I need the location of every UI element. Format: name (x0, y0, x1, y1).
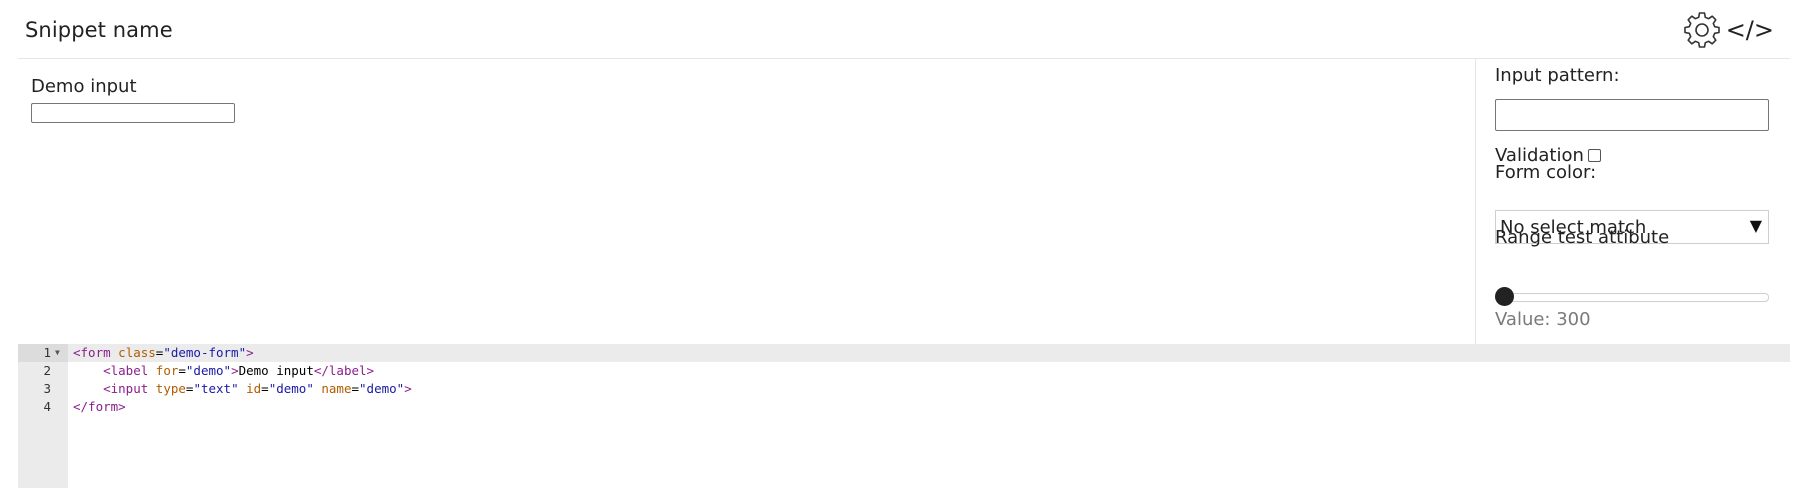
gear-icon[interactable] (1683, 12, 1720, 48)
settings-panel: Input pattern: Validation Form color: No… (1475, 59, 1791, 344)
line-number: 4 (43, 399, 51, 414)
code-token: "demo" (359, 381, 405, 396)
code-token: > (231, 363, 239, 378)
code-token: <input (103, 381, 149, 396)
range-thumb[interactable] (1495, 287, 1514, 306)
code-token: = (351, 381, 360, 396)
snippet-header: Snippet name </> (18, 0, 1790, 59)
code-token: <label (103, 363, 149, 378)
code-token: "demo-form" (163, 345, 247, 360)
code-text: <form class="demo-form"> (73, 344, 254, 362)
code-token: Demo input (238, 363, 314, 378)
code-token: = (261, 381, 269, 396)
code-token: id (238, 381, 262, 396)
code-text: <input type="text" id="demo" name="demo"… (73, 380, 412, 398)
header-actions: </> (1683, 12, 1774, 48)
input-pattern-label: Input pattern: (1495, 65, 1620, 86)
code-token: name (313, 381, 352, 396)
dropdown-arrow-icon: ▼ (1749, 216, 1762, 235)
code-text: </form> (73, 398, 126, 416)
code-token: > (404, 381, 412, 396)
code-token: "text" (193, 381, 239, 396)
code-view-icon[interactable]: </> (1726, 12, 1774, 48)
demo-input-label: Demo input (31, 76, 137, 97)
code-token: </form> (73, 399, 126, 414)
code-token: type (148, 381, 186, 396)
form-color-label: Form color: (1495, 162, 1597, 183)
range-label: Range test attibute (1495, 227, 1670, 248)
code-text: <label for="demo">Demo input</label> (73, 362, 374, 380)
range-value: Value: 300 (1495, 309, 1591, 330)
code-editor[interactable]: 1 ▼ <form class="demo-form"> 2 <label fo… (18, 344, 1790, 488)
input-pattern-field[interactable] (1495, 99, 1769, 131)
range-slider[interactable] (1495, 287, 1769, 307)
code-token: class (110, 345, 156, 360)
code-line: 2 <label for="demo">Demo input</label> (18, 362, 1790, 380)
fold-arrow-icon[interactable]: ▼ (55, 344, 60, 362)
code-token: "demo" (185, 363, 232, 378)
line-number: 1 (43, 345, 51, 360)
validation-checkbox[interactable] (1587, 149, 1601, 162)
code-token: for (148, 363, 179, 378)
range-track (1495, 293, 1769, 302)
line-number: 2 (43, 363, 51, 378)
code-line: 1 ▼ <form class="demo-form"> (18, 344, 1790, 362)
code-token: = (178, 363, 186, 378)
code-token: <form (73, 345, 111, 360)
preview-pane: Demo input (18, 59, 1475, 344)
code-line: 4 </form> (18, 398, 1790, 416)
code-token: </label> (313, 363, 375, 378)
snippet-title: Snippet name (25, 18, 173, 42)
code-token: > (246, 345, 254, 360)
code-token: "demo" (268, 381, 314, 396)
demo-input[interactable] (31, 103, 235, 123)
code-line: 3 <input type="text" id="demo" name="dem… (18, 380, 1790, 398)
line-number: 3 (43, 381, 51, 396)
snippet-app: Snippet name </> Demo input Input patter… (0, 0, 1802, 502)
